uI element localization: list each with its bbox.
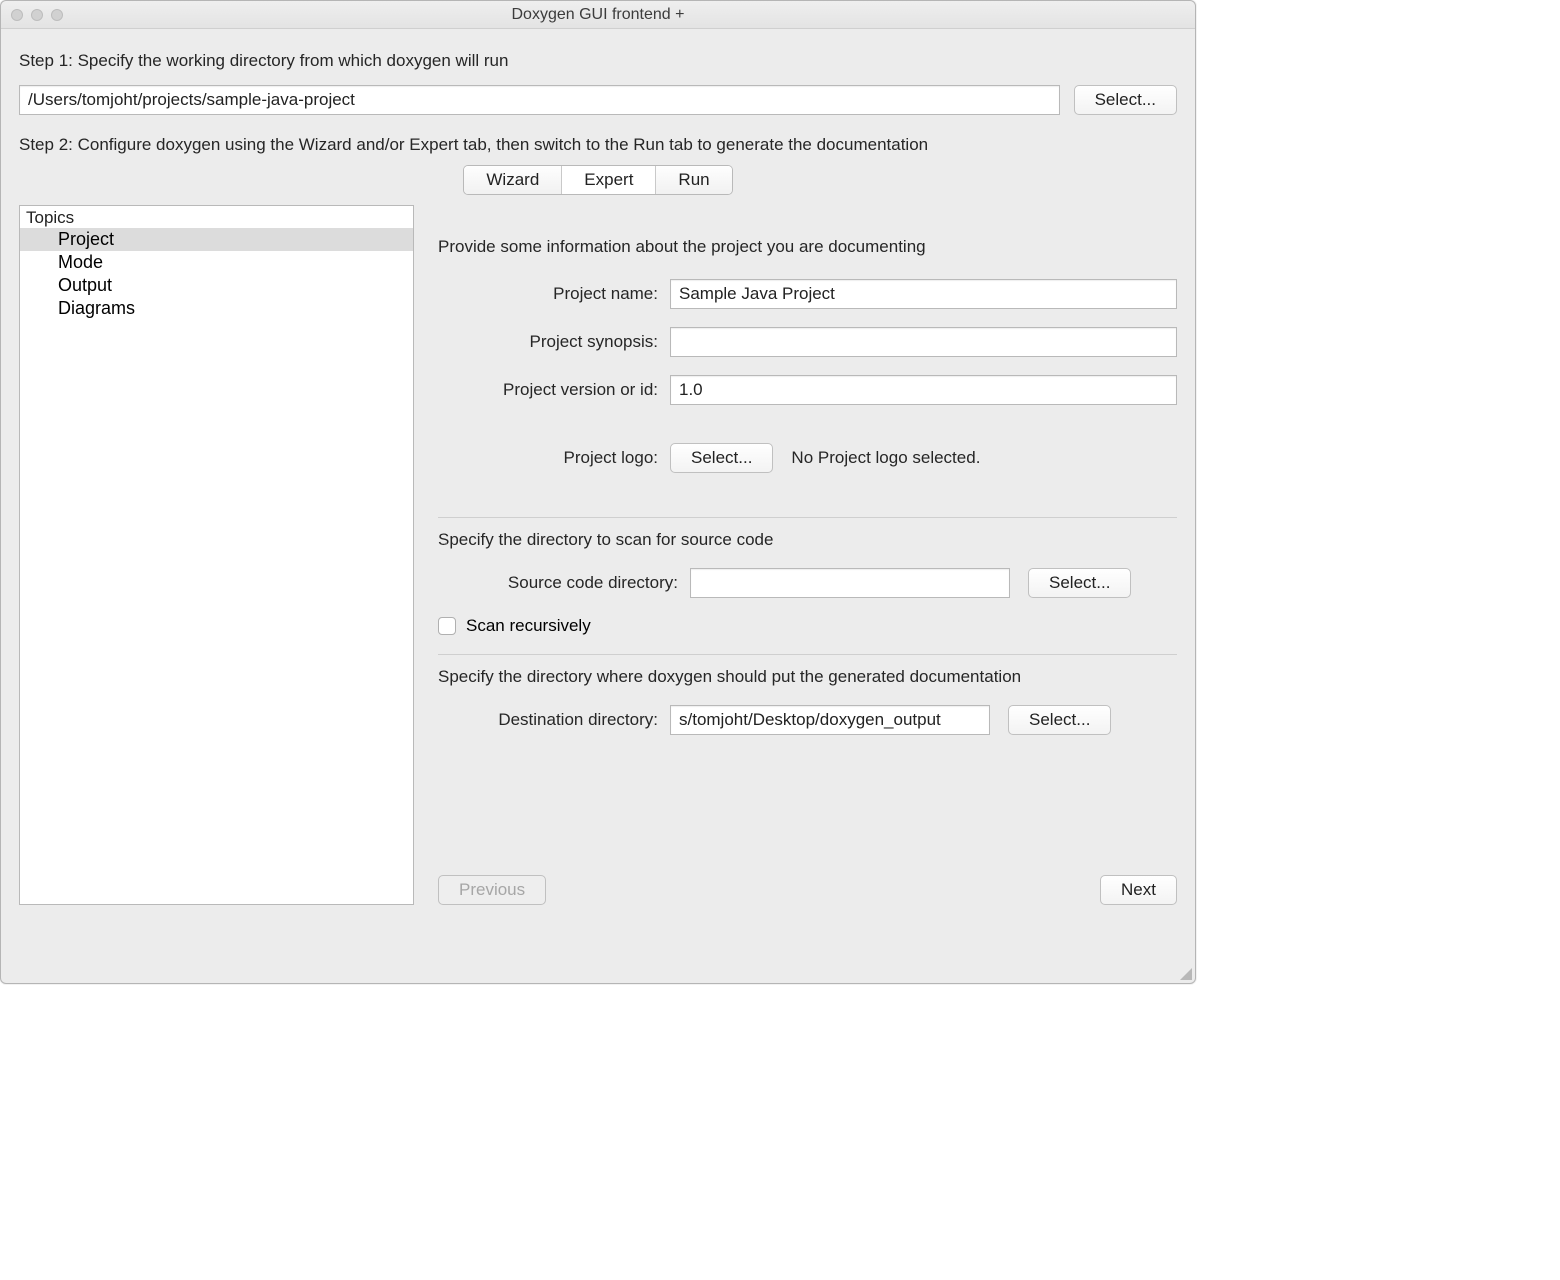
project-synopsis-input[interactable] bbox=[670, 327, 1177, 357]
divider bbox=[438, 654, 1177, 655]
tab-wizard[interactable]: Wizard bbox=[464, 166, 562, 194]
app-window: Doxygen GUI frontend + Step 1: Specify t… bbox=[0, 0, 1196, 984]
project-logo-select-button[interactable]: Select... bbox=[670, 443, 773, 473]
scan-recursively-checkbox[interactable] bbox=[438, 617, 456, 635]
source-dir-select-button[interactable]: Select... bbox=[1028, 568, 1131, 598]
project-synopsis-label: Project synopsis: bbox=[438, 332, 658, 352]
project-logo-label: Project logo: bbox=[438, 448, 658, 468]
dest-intro: Specify the directory where doxygen shou… bbox=[438, 667, 1177, 687]
resize-grip-icon[interactable] bbox=[1178, 966, 1192, 980]
tab-expert[interactable]: Expert bbox=[562, 166, 656, 194]
window-title: Doxygen GUI frontend + bbox=[1, 6, 1195, 24]
topic-project[interactable]: Project bbox=[20, 228, 413, 251]
topic-mode[interactable]: Mode bbox=[20, 251, 413, 274]
project-intro: Provide some information about the proje… bbox=[438, 237, 1177, 257]
dest-dir-select-button[interactable]: Select... bbox=[1008, 705, 1111, 735]
topics-list: Project Mode Output Diagrams bbox=[20, 228, 413, 904]
previous-button: Previous bbox=[438, 875, 546, 905]
working-dir-input[interactable] bbox=[19, 85, 1060, 115]
source-dir-input[interactable] bbox=[690, 568, 1010, 598]
scan-recursively-label: Scan recursively bbox=[466, 616, 591, 636]
dest-dir-label: Destination directory: bbox=[438, 710, 658, 730]
project-name-input[interactable] bbox=[670, 279, 1177, 309]
source-intro: Specify the directory to scan for source… bbox=[438, 530, 1177, 550]
right-panel: Provide some information about the proje… bbox=[438, 205, 1177, 905]
step1-label: Step 1: Specify the working directory fr… bbox=[19, 51, 1177, 71]
dest-dir-input[interactable] bbox=[670, 705, 990, 735]
topics-header: Topics bbox=[20, 206, 413, 228]
project-name-label: Project name: bbox=[438, 284, 658, 304]
working-dir-select-button[interactable]: Select... bbox=[1074, 85, 1177, 115]
splitter-grip-icon[interactable]: ◦ bbox=[444, 539, 452, 555]
content: Step 1: Specify the working directory fr… bbox=[1, 29, 1195, 915]
project-version-label: Project version or id: bbox=[438, 380, 658, 400]
tab-run[interactable]: Run bbox=[656, 166, 731, 194]
next-button[interactable]: Next bbox=[1100, 875, 1177, 905]
divider bbox=[438, 517, 1177, 518]
tab-bar: Wizard Expert Run bbox=[19, 165, 1177, 195]
project-logo-hint: No Project logo selected. bbox=[791, 448, 980, 468]
topic-diagrams[interactable]: Diagrams bbox=[20, 297, 413, 320]
step2-label: Step 2: Configure doxygen using the Wiza… bbox=[19, 135, 1177, 155]
topic-output[interactable]: Output bbox=[20, 274, 413, 297]
titlebar: Doxygen GUI frontend + bbox=[1, 1, 1195, 29]
topics-panel: Topics Project Mode Output Diagrams bbox=[19, 205, 414, 905]
source-dir-label: Source code directory: bbox=[438, 573, 678, 593]
project-version-input[interactable] bbox=[670, 375, 1177, 405]
